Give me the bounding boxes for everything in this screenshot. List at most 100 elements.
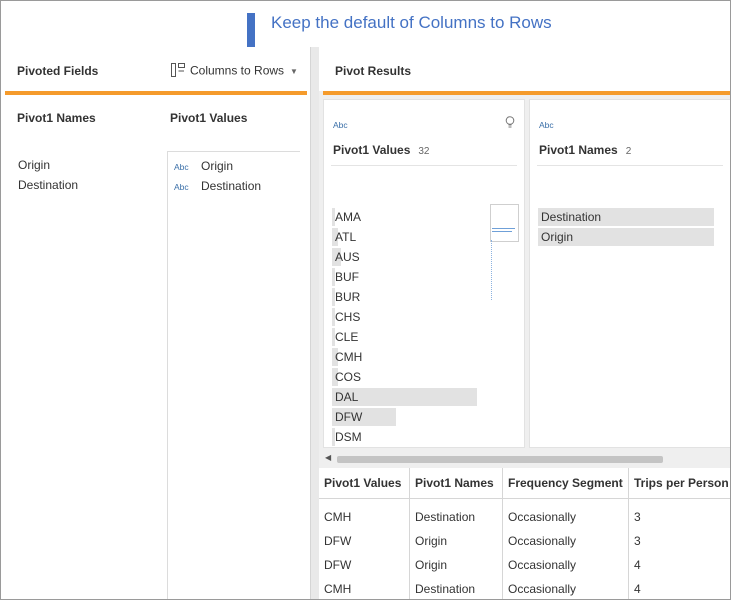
pivoted-fields-header: Pivoted Fields Columns to Rows ▼ [1,47,309,91]
annotation-text: Keep the default of Columns to Rows [271,13,552,32]
pivot-values-profile-card[interactable]: Abc Pivot1 Values 32 AMA ATL AUS BUF BUR CHS CL… [323,99,525,448]
pivot-name-item[interactable]: Origin [18,155,78,175]
chevron-down-icon: ▼ [290,67,298,76]
value-bar-row[interactable]: BUR [332,287,362,307]
pivot-results-accent-bar [323,91,730,95]
string-type-icon: Abc [174,182,189,192]
grid-cell: Origin [409,529,503,553]
grid-cell: 3 [628,505,730,529]
profile-card-count: 2 [625,146,632,157]
value-label: DAL [335,390,359,404]
grid-cell: Destination [409,577,503,599]
table-row[interactable]: DFW Origin Occasionally 4 [319,553,730,577]
string-type-icon: Abc [174,162,189,172]
profile-card-field-name: Pivot1 Values [333,143,411,157]
overview-marker [492,231,512,232]
overview-trail [491,240,493,300]
profile-card-title: Pivot1 Names 2 [539,143,631,157]
string-type-icon: Abc [539,120,554,130]
value-distribution: Destination Origin [538,207,714,247]
pivot-names-column-header: Pivot1 Names [17,111,96,125]
pivoted-fields-accent-bar [5,91,307,95]
pivot-values-column-header: Pivot1 Values [170,111,248,125]
table-row[interactable]: CMH Destination Occasionally 3 [319,505,730,529]
overview-marker [492,228,515,229]
value-bar-row[interactable]: BUF [332,267,362,287]
value-label: CLE [335,330,359,344]
grid-cell: CMH [319,505,410,529]
pivot-name-item[interactable]: Destination [18,175,78,195]
value-bar-row[interactable]: ATL [332,227,362,247]
profile-card-title: Pivot1 Values 32 [333,143,430,157]
value-label: Destination [541,210,602,224]
grid-cell: Occasionally [502,529,629,553]
pivot-names-profile-card[interactable]: Abc Pivot1 Names 2 Destination Origin [529,99,730,448]
pivoted-fields-title: Pivoted Fields [17,64,99,78]
grid-cell: DFW [319,553,410,577]
value-label: DSM [335,430,362,444]
value-label: CMH [335,350,363,364]
value-label: AMA [335,210,362,224]
grid-column-header[interactable]: Pivot1 Names [409,468,503,499]
table-row[interactable]: DFW Origin Occasionally 3 [319,529,730,553]
pivot-value-field[interactable]: Abc Origin [174,156,261,176]
grid-cell: 3 [628,529,730,553]
pivot-value-label: Origin [201,159,234,173]
pivot-values-drop-area[interactable]: Abc Origin Abc Destination [167,151,300,599]
table-row[interactable]: CMH Destination Occasionally 4 [319,577,730,599]
value-bar-row[interactable]: AMA [332,207,362,227]
grid-cell: DFW [319,529,410,553]
grid-column-header[interactable]: Trips per Person [628,468,730,499]
grid-column-header[interactable]: Pivot1 Values [319,468,410,499]
pivot-results-pane: Pivot Results Abc Pivot1 Values 32 AMA ATL… [319,47,730,599]
value-bar-row[interactable]: COS [332,367,362,387]
string-type-icon: Abc [333,120,348,130]
value-label: Origin [541,230,574,244]
pivot-results-header: Pivot Results [319,47,730,91]
pivot-value-field[interactable]: Abc Destination [174,176,261,196]
grid-cell: CMH [319,577,410,599]
card-separator [537,165,723,166]
profile-card-field-name: Pivot1 Names [539,143,618,157]
grid-cell: 4 [628,577,730,599]
pivot-type-dropdown[interactable]: Columns to Rows ▼ [171,63,298,80]
scroll-overview[interactable] [490,204,519,242]
card-separator [331,165,517,166]
scroll-left-icon[interactable]: ◀ [325,453,331,462]
value-bar-row[interactable]: Origin [538,227,714,247]
value-bar-row[interactable]: DAL [332,387,477,407]
value-label: BUR [335,290,361,304]
value-bar-row[interactable]: CLE [332,327,362,347]
value-label: COS [335,370,362,384]
pivot-names-list: Origin Destination [18,155,78,195]
grid-column-header[interactable]: Frequency Segment [502,468,629,499]
value-label: CHS [335,310,361,324]
value-label: DFW [335,410,363,424]
value-label: ATL [335,230,357,244]
value-label: BUF [335,270,359,284]
pivot-type-label: Columns to Rows [190,63,285,78]
data-grid: Pivot1 Values Pivot1 Names Frequency Seg… [319,468,730,599]
grid-cell: Occasionally [502,505,629,529]
value-label: AUS [335,250,360,264]
value-bar-row[interactable]: Destination [538,207,714,227]
pivot-results-title: Pivot Results [335,64,412,78]
grid-cell: Origin [409,553,503,577]
pivot-value-label: Destination [201,179,262,193]
prep-window: Keep the default of Columns to Rows Pivo… [0,0,731,600]
lightbulb-icon[interactable] [505,116,515,134]
grid-header-row: Pivot1 Values Pivot1 Names Frequency Seg… [319,468,730,499]
value-bar-row[interactable]: AUS [332,247,362,267]
value-bar-row[interactable]: CMH [332,347,362,367]
value-distribution: AMA ATL AUS BUF BUR CHS CLE CMH COS DAL DFW DSM [332,207,477,447]
value-bar-row[interactable]: DSM [332,427,362,447]
profile-card-count: 32 [418,146,430,157]
value-bar-row[interactable]: DFW [332,407,396,427]
grid-cell: Destination [409,505,503,529]
pivoted-fields-pane: Pivoted Fields Columns to Rows ▼ Pivot1 N… [1,47,310,599]
scrollbar-thumb[interactable] [337,456,663,463]
profile-horizontal-scrollbar[interactable]: ◀ [319,452,730,466]
grid-cell: Occasionally [502,553,629,577]
value-bar-row[interactable]: CHS [332,307,362,327]
grid-cell: 4 [628,553,730,577]
